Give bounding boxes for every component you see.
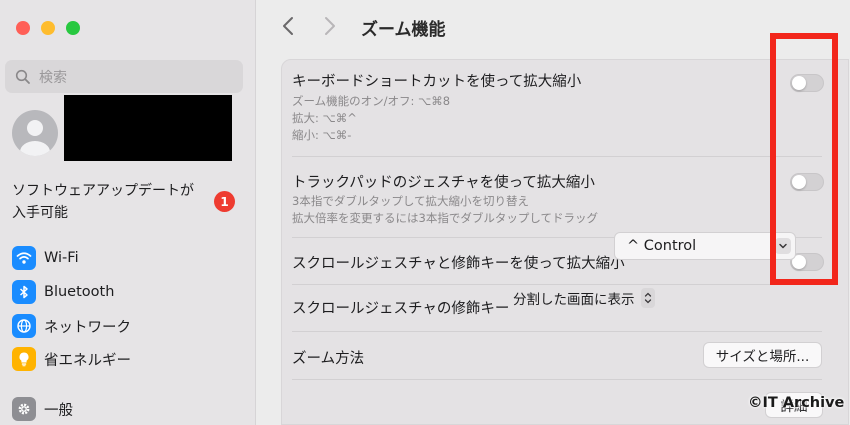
chevron-right-icon xyxy=(325,17,335,35)
trackpad-zoom-label: トラックパッドのジェスチャを使って拡大縮小 xyxy=(292,175,595,191)
forward-button[interactable] xyxy=(319,14,339,38)
modifier-key-label: スクロールジェスチャの修飾キー xyxy=(292,301,510,317)
gear-icon xyxy=(12,397,36,421)
keyboard-zoom-shortcut-out: 縮小: ⌥⌘- xyxy=(292,128,352,142)
main-content: ズーム機能 キーボードショートカットを使って拡大縮小 ズーム機能のオン/オフ: … xyxy=(257,0,850,425)
zoom-method-popup[interactable]: 分割した画面に表示 xyxy=(513,288,655,308)
close-window-button[interactable] xyxy=(16,21,30,35)
wifi-icon xyxy=(12,246,36,270)
sidebar-item-network[interactable]: ネットワーク xyxy=(12,313,131,339)
modifier-key-value: ^ Control xyxy=(627,238,697,254)
trackpad-zoom-desc-1: 3本指でダブルタップして拡大縮小を切り替え xyxy=(292,194,529,208)
user-icon xyxy=(20,120,50,156)
update-count-badge: 1 xyxy=(214,191,235,212)
search-icon xyxy=(15,69,30,84)
keyboard-zoom-shortcut-toggle: ズーム機能のオン/オフ: ⌥⌘8 xyxy=(292,94,451,108)
divider xyxy=(292,284,822,285)
software-update-label-line2: 入手可能 xyxy=(12,205,68,221)
search-placeholder: 検索 xyxy=(39,69,67,86)
keyboard-zoom-label: キーボードショートカットを使って拡大縮小 xyxy=(292,74,582,90)
divider xyxy=(292,156,822,157)
sidebar-item-label: 省エネルギー xyxy=(44,352,131,369)
redacted-account-name xyxy=(64,95,232,161)
annotation-highlight-box xyxy=(770,33,838,285)
software-update-label-line1: ソフトウェアアップデートが xyxy=(12,183,194,199)
chevron-left-icon xyxy=(283,17,293,35)
sidebar-item-energy-saver[interactable]: 省エネルギー xyxy=(12,346,131,372)
globe-icon xyxy=(12,314,36,338)
sidebar-item-label: Wi-Fi xyxy=(44,250,79,266)
sidebar-item-label: Bluetooth xyxy=(44,284,115,300)
search-input[interactable]: 検索 xyxy=(5,60,243,93)
page-title: ズーム機能 xyxy=(361,20,446,40)
updown-chevron-icon xyxy=(640,288,655,308)
sidebar-item-label: ネットワーク xyxy=(44,319,131,336)
divider xyxy=(292,379,822,380)
keyboard-zoom-shortcut-in: 拡大: ⌥⌘^ xyxy=(292,111,357,125)
zoom-method-label: ズーム方法 xyxy=(292,351,365,367)
lightbulb-icon xyxy=(12,347,36,371)
watermark: ©IT Archive xyxy=(748,395,845,411)
minimize-window-button[interactable] xyxy=(41,21,55,35)
bluetooth-icon xyxy=(12,280,36,304)
sidebar: 検索 ソフトウェアアップデートが 入手可能 1 Wi-Fi Bluetooth … xyxy=(0,0,256,425)
scroll-zoom-label: スクロールジェスチャと修飾キーを使って拡大縮小 xyxy=(292,256,625,272)
zoom-method-value: 分割した画面に表示 xyxy=(513,292,635,308)
zoom-window-button[interactable] xyxy=(66,21,80,35)
sidebar-item-label: 一般 xyxy=(44,402,73,419)
sidebar-item-general[interactable]: 一般 xyxy=(12,396,73,422)
divider xyxy=(292,331,822,332)
size-and-location-button[interactable]: サイズと場所... xyxy=(703,342,822,368)
trackpad-zoom-desc-2: 拡大倍率を変更するには3本指でダブルタップしてドラッグ xyxy=(292,211,598,225)
modifier-key-select[interactable]: ^ Control xyxy=(614,232,796,260)
sidebar-item-bluetooth[interactable]: Bluetooth xyxy=(12,279,114,305)
back-button[interactable] xyxy=(279,14,299,38)
avatar[interactable] xyxy=(12,110,58,156)
software-update-item[interactable]: ソフトウェアアップデートが 入手可能 xyxy=(12,180,212,224)
sidebar-item-wifi[interactable]: Wi-Fi xyxy=(12,245,79,271)
